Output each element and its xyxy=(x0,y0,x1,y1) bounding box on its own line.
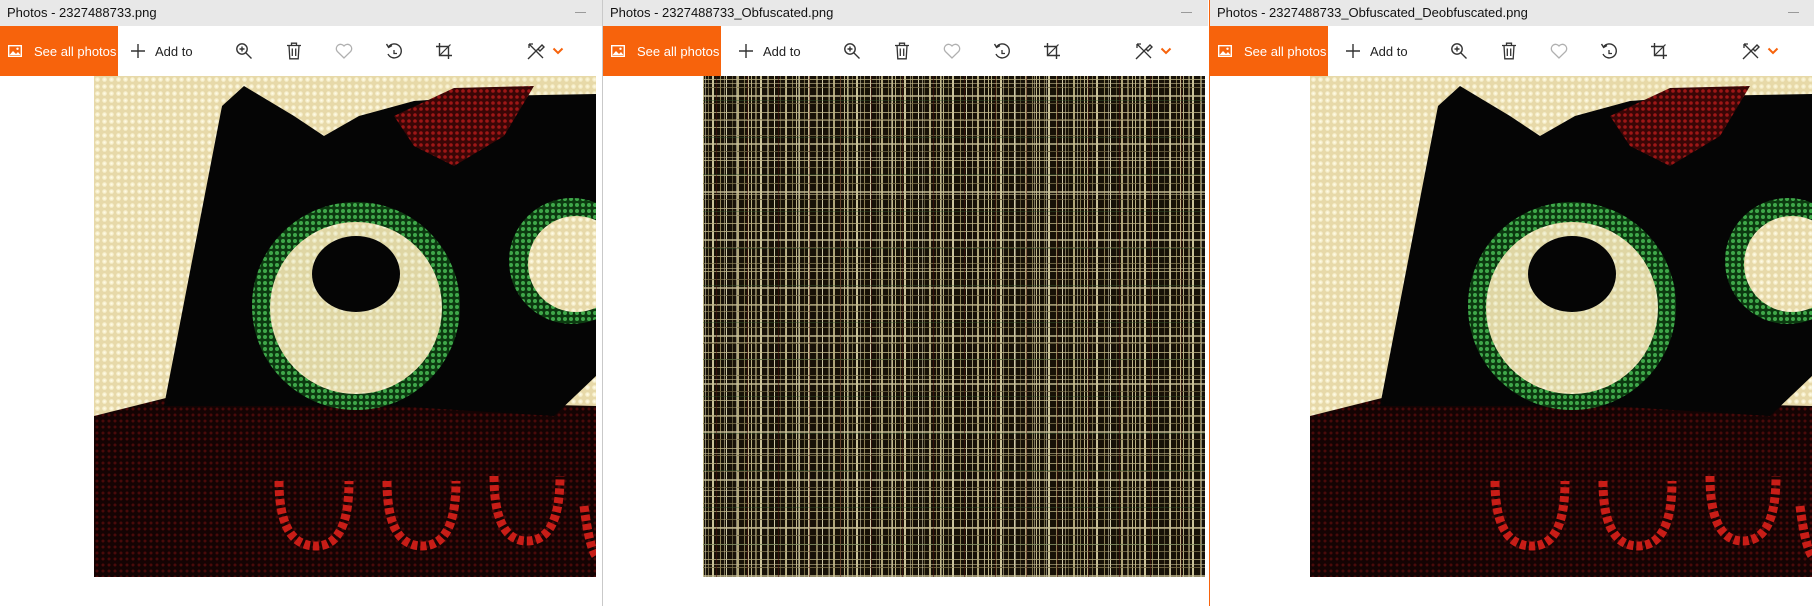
toolbar: See all photos Add to xyxy=(603,26,1208,76)
see-all-photos-button[interactable]: See all photos xyxy=(1210,26,1328,76)
chevron-down-icon[interactable] xyxy=(1156,41,1176,61)
title-bar[interactable]: Photos - 2327488733.png xyxy=(0,0,602,26)
chevron-down-icon[interactable] xyxy=(1763,41,1783,61)
add-to-button[interactable]: Add to xyxy=(130,26,193,76)
rotate-icon[interactable] xyxy=(1599,41,1619,61)
add-to-label: Add to xyxy=(1370,43,1408,59)
plus-icon xyxy=(1345,43,1361,59)
favorite-icon[interactable] xyxy=(334,41,354,61)
minimize-icon[interactable] xyxy=(575,12,586,13)
see-all-photos-label: See all photos xyxy=(637,43,720,59)
edit-draw-icon[interactable] xyxy=(1134,41,1154,61)
zoom-in-icon[interactable] xyxy=(1449,41,1469,61)
photos-icon xyxy=(611,45,625,57)
see-all-photos-button[interactable]: See all photos xyxy=(603,26,721,76)
see-all-photos-label: See all photos xyxy=(1244,43,1327,59)
delete-icon[interactable] xyxy=(1499,41,1519,61)
rotate-icon[interactable] xyxy=(992,41,1012,61)
zoom-in-icon[interactable] xyxy=(842,41,862,61)
add-to-button[interactable]: Add to xyxy=(1345,26,1408,76)
photos-icon xyxy=(8,45,22,57)
minimize-icon[interactable] xyxy=(1181,12,1192,13)
see-all-photos-button[interactable]: See all photos xyxy=(0,26,118,76)
crop-icon[interactable] xyxy=(1649,41,1669,61)
favorite-icon[interactable] xyxy=(942,41,962,61)
favorite-icon[interactable] xyxy=(1549,41,1569,61)
add-to-button[interactable]: Add to xyxy=(738,26,801,76)
minimize-icon[interactable] xyxy=(1788,12,1799,13)
toolbar: See all photos Add to xyxy=(0,26,602,76)
crop-icon[interactable] xyxy=(434,41,454,61)
window-title: Photos - 2327488733_Obfuscated_Deobfusca… xyxy=(1217,5,1528,20)
add-to-label: Add to xyxy=(763,43,801,59)
photos-window-deobfuscated: Photos - 2327488733_Obfuscated_Deobfusca… xyxy=(1210,0,1814,606)
edit-draw-icon[interactable] xyxy=(526,41,546,61)
title-bar[interactable]: Photos - 2327488733_Obfuscated.png xyxy=(603,0,1208,26)
chevron-down-icon[interactable] xyxy=(548,41,568,61)
photo-original xyxy=(94,76,596,577)
add-to-label: Add to xyxy=(155,43,193,59)
title-bar[interactable]: Photos - 2327488733_Obfuscated_Deobfusca… xyxy=(1210,0,1814,26)
delete-icon[interactable] xyxy=(892,41,912,61)
window-title: Photos - 2327488733.png xyxy=(7,5,157,20)
see-all-photos-label: See all photos xyxy=(34,43,117,59)
plus-icon xyxy=(130,43,146,59)
photos-window-obfuscated: Photos - 2327488733_Obfuscated.png See a… xyxy=(603,0,1208,606)
toolbar: See all photos Add to xyxy=(1210,26,1814,76)
photos-window-original: Photos - 2327488733.png See all photos A… xyxy=(0,0,602,606)
rotate-icon[interactable] xyxy=(384,41,404,61)
zoom-in-icon[interactable] xyxy=(234,41,254,61)
photo-deobfuscated xyxy=(1310,76,1812,577)
edit-draw-icon[interactable] xyxy=(1741,41,1761,61)
photo-obfuscated xyxy=(703,76,1205,577)
delete-icon[interactable] xyxy=(284,41,304,61)
window-title: Photos - 2327488733_Obfuscated.png xyxy=(610,5,834,20)
crop-icon[interactable] xyxy=(1042,41,1062,61)
plus-icon xyxy=(738,43,754,59)
photos-icon xyxy=(1218,45,1232,57)
